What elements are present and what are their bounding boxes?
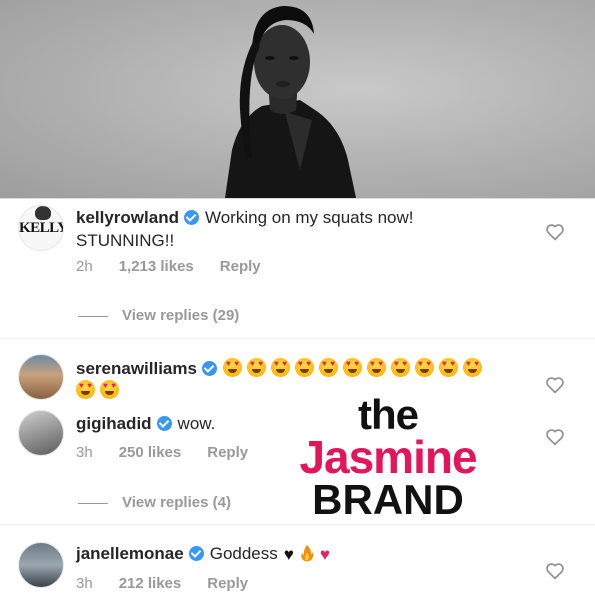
divider xyxy=(0,524,595,525)
heart-eyes-emoji xyxy=(270,358,290,377)
view-replies-label: View replies (4) xyxy=(122,494,231,511)
comment-line-1: kellyrowland Working on my squats now! xyxy=(76,207,413,229)
likes-count[interactable]: 1,213 likes xyxy=(119,258,194,275)
replies-dash xyxy=(78,502,108,504)
verified-badge-icon xyxy=(183,210,199,225)
username[interactable]: gigihadid xyxy=(76,414,152,433)
like-heart-icon[interactable] xyxy=(545,428,565,446)
like-heart-icon[interactable] xyxy=(545,223,565,241)
avatar-serenawilliams[interactable] xyxy=(18,354,64,400)
fire-icon xyxy=(301,545,314,562)
verified-badge-icon xyxy=(201,361,217,376)
emoji-row xyxy=(222,358,487,378)
heart-eyes-emoji xyxy=(342,358,362,377)
avatar-janellemonae[interactable] xyxy=(18,542,64,588)
view-replies-link[interactable]: View replies (29) xyxy=(78,307,239,324)
username[interactable]: janellemonae xyxy=(76,544,184,563)
comment-meta: 3h 250 likes Reply xyxy=(76,444,274,461)
comment-kellyrowland: KELLY kellyrowland Working on my squats n… xyxy=(0,199,595,339)
like-heart-icon[interactable] xyxy=(545,376,565,394)
heart-eyes-emoji xyxy=(222,358,242,377)
like-heart-icon[interactable] xyxy=(545,562,565,580)
comment-line-2 xyxy=(76,380,124,402)
comment-line-2: STUNNING!! xyxy=(76,230,174,252)
watermark-jasmine: Jasmine xyxy=(299,431,477,483)
heart-eyes-emoji xyxy=(246,358,266,377)
black-heart-icon: ♥ xyxy=(283,545,294,564)
heart-eyes-emoji xyxy=(414,358,434,377)
heart-eyes-emoji xyxy=(100,380,119,399)
comment-text: Working on my squats now! xyxy=(204,208,414,227)
comment-line-1: serenawilliams xyxy=(76,358,487,380)
heart-eyes-emoji xyxy=(438,358,458,377)
the-jasmine-brand-watermark: the Jasmine BRAND xyxy=(283,391,493,523)
reply-button[interactable]: Reply xyxy=(207,575,248,592)
watermark-brand: BRAND xyxy=(312,476,464,523)
comment-line-1: gigihadid wow. xyxy=(76,413,215,435)
comment-time: 3h xyxy=(76,575,93,592)
post-photo xyxy=(0,0,595,198)
view-replies-label: View replies (29) xyxy=(122,307,240,324)
reply-button[interactable]: Reply xyxy=(220,258,261,275)
woman-portrait-image xyxy=(225,6,356,198)
divider xyxy=(0,338,595,339)
view-replies-link[interactable]: View replies (4) xyxy=(78,494,231,511)
avatar-logo-text: KELLY xyxy=(19,220,64,236)
heart-eyes-emoji xyxy=(294,358,314,377)
avatar-head-shape xyxy=(35,206,51,220)
comment-text: wow. xyxy=(177,414,216,433)
avatar-gigihadid[interactable] xyxy=(18,410,64,456)
verified-badge-icon xyxy=(156,416,172,431)
username[interactable]: kellyrowland xyxy=(76,208,179,227)
comment-meta: 2h 1,213 likes Reply xyxy=(76,258,287,275)
watermark-the: the xyxy=(358,391,419,438)
comment-line-1: janellemonae Goddess ♥ ♥ xyxy=(76,543,330,566)
heart-eyes-emoji xyxy=(462,358,482,377)
comment-text-continued: STUNNING!! xyxy=(76,231,175,250)
reply-button[interactable]: Reply xyxy=(207,444,248,461)
heart-eyes-emoji xyxy=(76,380,95,399)
heart-eyes-emoji xyxy=(366,358,386,377)
comment-meta: 3h 212 likes Reply xyxy=(76,575,274,592)
heart-eyes-emoji xyxy=(318,358,338,377)
username[interactable]: serenawilliams xyxy=(76,359,197,378)
likes-count[interactable]: 250 likes xyxy=(119,444,182,461)
red-heart-icon: ♥ xyxy=(319,545,330,564)
comment-janellemonae: janellemonae Goddess ♥ ♥ 3h 212 likes Reply xyxy=(0,532,595,595)
emoji-row-continued xyxy=(76,380,124,400)
verified-badge-icon xyxy=(188,546,204,561)
comment-text: Goddess xyxy=(209,544,278,563)
comment-time: 3h xyxy=(76,444,93,461)
replies-dash xyxy=(78,315,108,317)
heart-eyes-emoji xyxy=(390,358,410,377)
likes-count[interactable]: 212 likes xyxy=(119,575,182,592)
comment-time: 2h xyxy=(76,258,93,275)
avatar-kellyrowland[interactable]: KELLY xyxy=(18,205,64,251)
